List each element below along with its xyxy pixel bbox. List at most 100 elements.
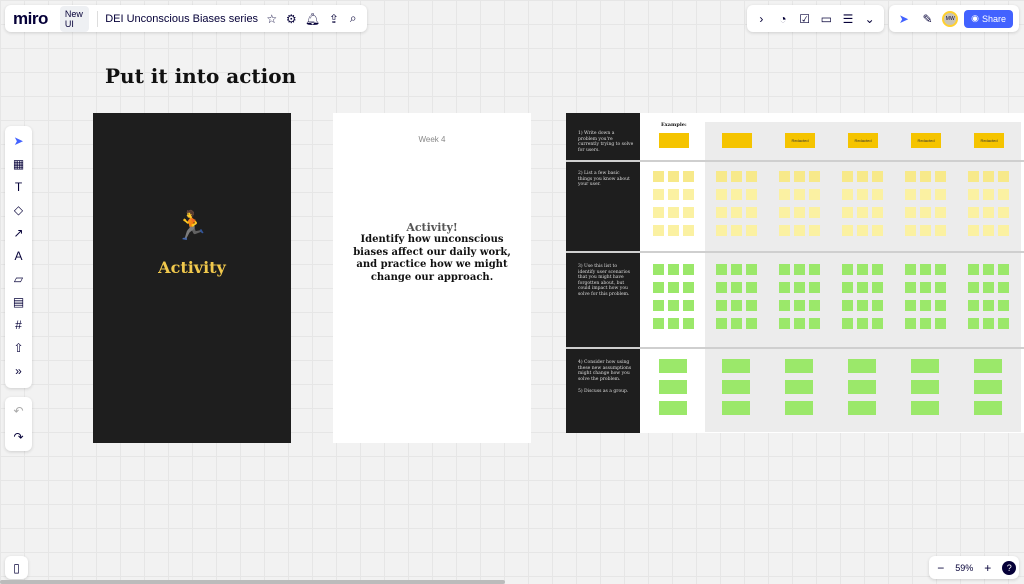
column-header-note[interactable] xyxy=(722,133,752,148)
sticky-note[interactable] xyxy=(731,282,742,293)
board-title[interactable]: DEI Unconscious Biases series xyxy=(105,13,258,25)
upload-icon[interactable]: ⇧ xyxy=(10,339,28,357)
sticky-note[interactable] xyxy=(983,300,994,311)
sticky-note[interactable] xyxy=(716,207,727,218)
sticky-note[interactable] xyxy=(731,225,742,236)
sticky-note[interactable] xyxy=(872,189,883,200)
sticky-note[interactable] xyxy=(668,282,679,293)
sticky-note[interactable] xyxy=(668,318,679,329)
sticky-note[interactable] xyxy=(974,380,1002,394)
sticky-note[interactable] xyxy=(779,318,790,329)
sticky-note[interactable] xyxy=(935,318,946,329)
star-icon[interactable]: ☆ xyxy=(266,10,277,28)
sticky-note[interactable] xyxy=(968,264,979,275)
sticky-note[interactable] xyxy=(746,207,757,218)
sticky-note[interactable] xyxy=(905,264,916,275)
sticky-note[interactable] xyxy=(968,207,979,218)
sticky-note[interactable] xyxy=(794,225,805,236)
sticky-note[interactable] xyxy=(935,171,946,182)
sticky-note[interactable] xyxy=(809,300,820,311)
sticky-note[interactable] xyxy=(842,207,853,218)
sticky-note[interactable] xyxy=(683,300,694,311)
sticky-note[interactable] xyxy=(920,225,931,236)
sticky-note[interactable] xyxy=(668,225,679,236)
sticky-note[interactable] xyxy=(998,189,1009,200)
sticky-note[interactable] xyxy=(920,207,931,218)
sticky-note[interactable] xyxy=(842,282,853,293)
sticky-note[interactable] xyxy=(731,207,742,218)
sticky-note[interactable] xyxy=(653,282,664,293)
sticky-note[interactable] xyxy=(983,171,994,182)
sticky-note[interactable] xyxy=(857,171,868,182)
sticky-note[interactable] xyxy=(842,189,853,200)
sticky-note[interactable] xyxy=(746,225,757,236)
sticky-note[interactable] xyxy=(731,300,742,311)
sticky-note[interactable] xyxy=(905,171,916,182)
search-icon[interactable]: ⌕ xyxy=(348,10,359,28)
sticky-note[interactable] xyxy=(848,380,876,394)
shape-icon[interactable]: ◇ xyxy=(10,201,28,219)
sticky-note[interactable] xyxy=(653,225,664,236)
sticky-note[interactable] xyxy=(794,207,805,218)
sticky-note[interactable] xyxy=(935,225,946,236)
sticky-note[interactable] xyxy=(968,189,979,200)
sticky-note[interactable] xyxy=(716,171,727,182)
settings-icon[interactable]: ⚙ xyxy=(285,10,297,28)
notes-icon[interactable]: ☰ xyxy=(840,10,857,28)
sticky-note[interactable] xyxy=(968,225,979,236)
sticky-note[interactable] xyxy=(998,171,1009,182)
sticky-note[interactable] xyxy=(920,318,931,329)
sticky-note[interactable] xyxy=(809,225,820,236)
cursor-icon[interactable]: ➤ xyxy=(895,10,913,28)
sticky-note[interactable] xyxy=(857,189,868,200)
sticky-note[interactable] xyxy=(779,300,790,311)
sticky-note[interactable] xyxy=(746,318,757,329)
sticky-note[interactable] xyxy=(905,300,916,311)
sticky-note[interactable] xyxy=(848,359,876,373)
sticky-note[interactable] xyxy=(842,225,853,236)
upload-icon[interactable]: ⇪ xyxy=(328,10,339,28)
zoom-out-icon[interactable]: − xyxy=(932,559,950,577)
sticky-note[interactable] xyxy=(668,207,679,218)
sticky-note[interactable] xyxy=(794,318,805,329)
sticky-note[interactable] xyxy=(983,318,994,329)
sticky-note[interactable] xyxy=(731,171,742,182)
sticky-note[interactable] xyxy=(998,318,1009,329)
sticky-note[interactable] xyxy=(872,300,883,311)
sticky-note[interactable] xyxy=(653,300,664,311)
sticky-note[interactable] xyxy=(668,300,679,311)
sticky-note[interactable] xyxy=(905,225,916,236)
new-ui-badge[interactable]: New UI xyxy=(59,5,89,32)
sticky-note[interactable] xyxy=(920,282,931,293)
sticky-note[interactable] xyxy=(746,189,757,200)
sticky-note[interactable] xyxy=(779,171,790,182)
connection-icon[interactable]: A xyxy=(10,247,28,265)
sticky-note[interactable] xyxy=(668,171,679,182)
sticky-note[interactable] xyxy=(911,401,939,415)
sticky-note[interactable] xyxy=(716,300,727,311)
sticky-note[interactable] xyxy=(683,264,694,275)
sticky-note[interactable] xyxy=(653,207,664,218)
sticky-note[interactable] xyxy=(683,207,694,218)
sticky-note[interactable] xyxy=(905,207,916,218)
sticky-note[interactable] xyxy=(731,189,742,200)
text-icon[interactable]: T xyxy=(10,178,28,196)
vote-icon[interactable]: ☑ xyxy=(796,10,813,28)
sticky-note[interactable] xyxy=(935,207,946,218)
sticky-note[interactable] xyxy=(785,380,813,394)
sticky-note[interactable] xyxy=(842,318,853,329)
sticky-note[interactable] xyxy=(683,171,694,182)
comment-icon[interactable]: ▤ xyxy=(10,293,28,311)
sticky-note[interactable] xyxy=(785,401,813,415)
sticky-note[interactable] xyxy=(653,189,664,200)
sticky-note[interactable] xyxy=(683,225,694,236)
share-button[interactable]: ◉ Share xyxy=(964,9,1014,28)
sticky-note[interactable] xyxy=(935,300,946,311)
sticky-note[interactable] xyxy=(779,207,790,218)
avatar[interactable]: MW xyxy=(942,10,959,27)
help-icon[interactable]: ? xyxy=(1002,560,1017,575)
sticky-note[interactable] xyxy=(794,282,805,293)
sticky-note[interactable] xyxy=(683,189,694,200)
sticky-note[interactable] xyxy=(716,225,727,236)
sticky-note[interactable] xyxy=(872,282,883,293)
